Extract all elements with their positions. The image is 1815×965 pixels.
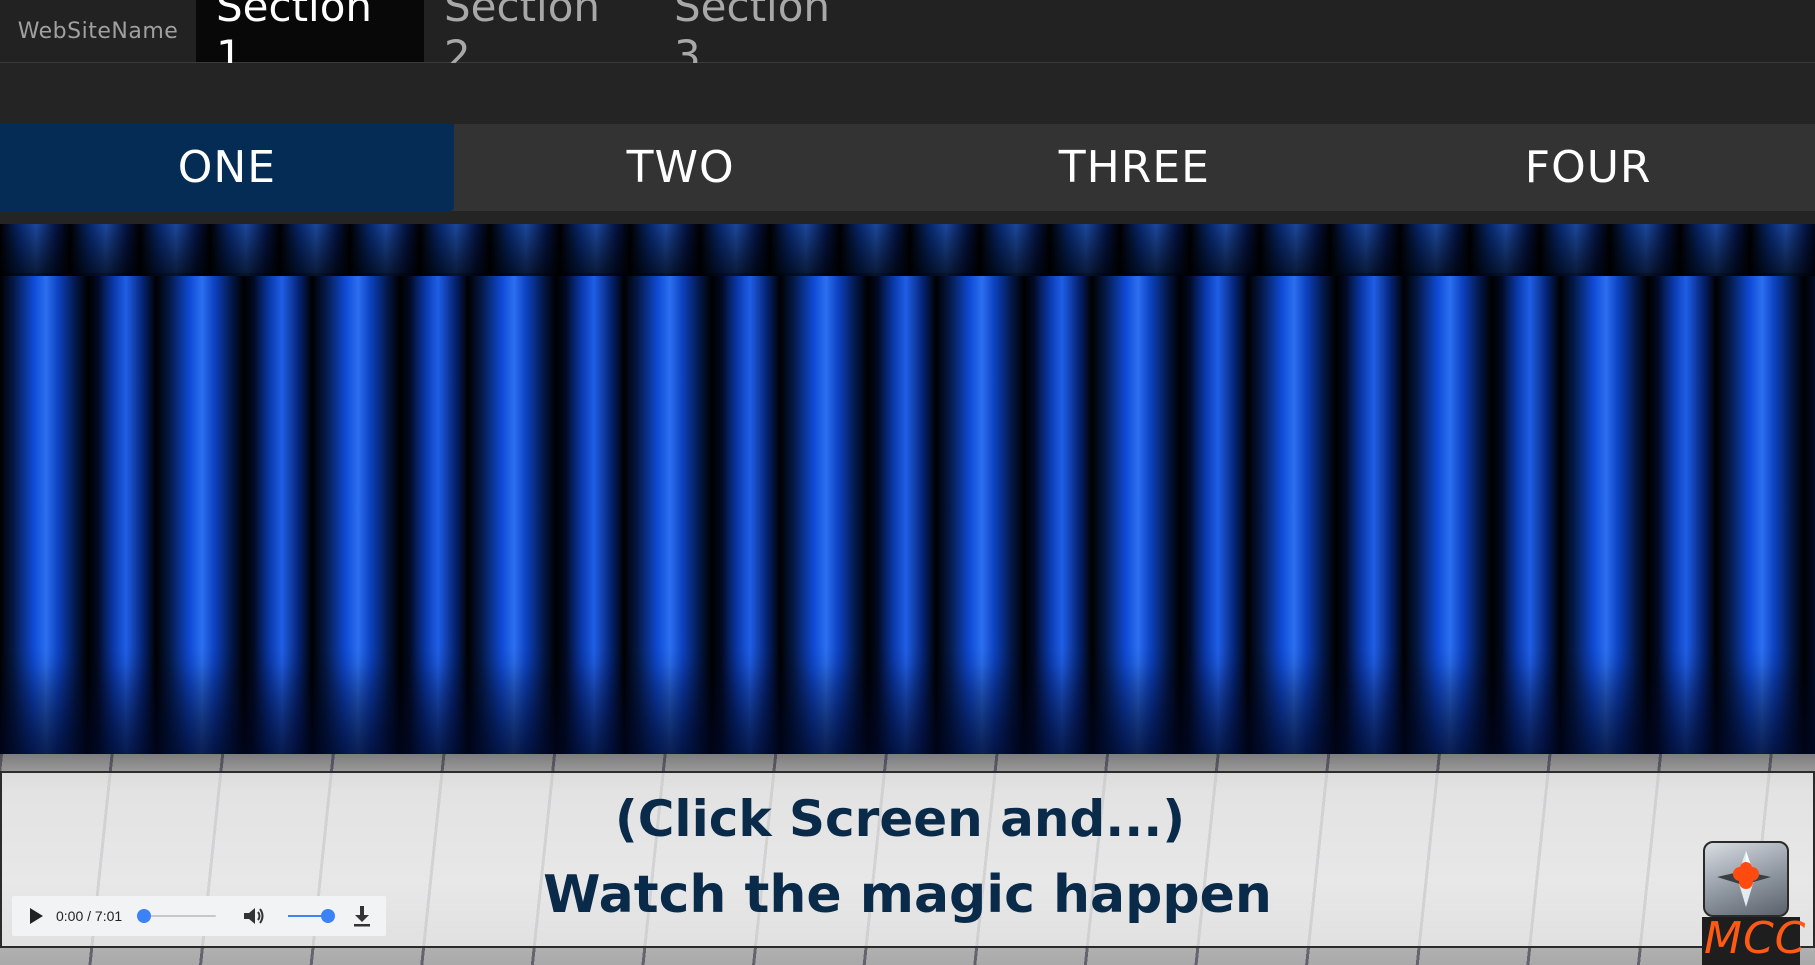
header-spacer	[0, 63, 1815, 124]
tab-bar: ONE TWO THREE FOUR	[0, 124, 1815, 211]
progress-knob[interactable]	[137, 909, 151, 923]
curtain-reflection	[0, 664, 1815, 754]
tab-four[interactable]: FOUR	[1361, 124, 1815, 211]
logo-emblem	[1703, 841, 1789, 917]
nav-section-1[interactable]: Section 1	[196, 0, 424, 80]
play-button[interactable]	[22, 902, 50, 930]
mcc-logo: MCC	[1702, 841, 1805, 965]
volume-slider[interactable]	[288, 908, 335, 924]
nav-section-2[interactable]: Section 2	[424, 0, 654, 80]
download-icon	[354, 906, 370, 927]
site-brand[interactable]: WebSiteName	[0, 0, 196, 62]
caption-instruction: (Click Screen and...)	[614, 790, 1186, 848]
compass-star-icon	[1717, 851, 1771, 907]
progress-track	[144, 915, 216, 917]
tab-two[interactable]: TWO	[454, 124, 908, 211]
curtain-valance	[0, 224, 1815, 276]
time-display: 0:00 / 7:01	[56, 908, 123, 924]
tab-three[interactable]: THREE	[908, 124, 1362, 211]
play-icon	[30, 908, 43, 924]
nav-section-3[interactable]: Section 3	[654, 0, 882, 80]
volume-icon	[244, 908, 264, 924]
tab-one[interactable]: ONE	[0, 124, 454, 211]
audio-player: 0:00 / 7:01	[12, 896, 386, 936]
mute-button[interactable]	[240, 902, 268, 930]
volume-knob[interactable]	[321, 909, 335, 923]
logo-text: MCC	[1704, 913, 1807, 964]
progress-slider[interactable]	[137, 908, 216, 924]
download-button[interactable]	[348, 902, 376, 930]
top-navbar: WebSiteName Section 1 Section 2 Section …	[0, 0, 1815, 80]
